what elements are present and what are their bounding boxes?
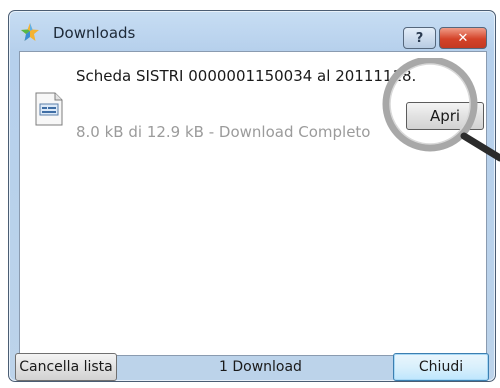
magnifier-overlay — [382, 58, 500, 162]
title-bar[interactable]: Downloads ? ✕ — [9, 11, 495, 49]
close-x-icon: ✕ — [457, 30, 469, 46]
clear-list-button[interactable]: Cancella lista — [15, 353, 117, 381]
close-window-button[interactable]: ✕ — [439, 27, 487, 49]
download-count: 1 Download — [219, 359, 302, 375]
document-icon — [35, 92, 63, 126]
file-name: Scheda SISTRI 0000001150034 al 20111118. — [76, 67, 417, 85]
download-status: 8.0 kB di 12.9 kB - Download Completo — [76, 123, 371, 141]
downloads-star-icon — [21, 23, 39, 41]
help-button[interactable]: ? — [403, 27, 436, 49]
question-mark-icon: ? — [415, 30, 424, 46]
close-button[interactable]: Chiudi — [393, 353, 489, 381]
window-title: Downloads — [53, 24, 136, 42]
